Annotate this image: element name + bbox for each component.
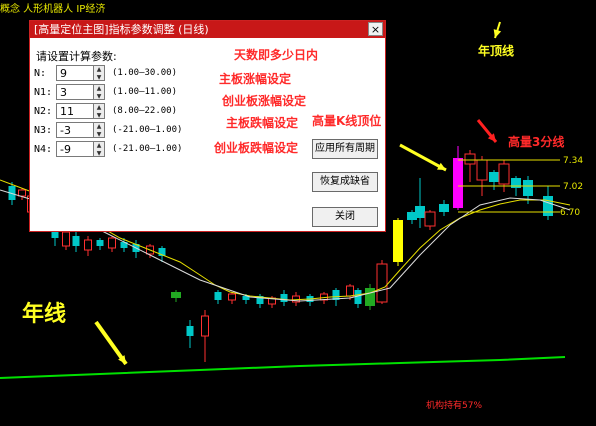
param-range: (1.00—11.00) xyxy=(112,87,178,97)
anno-gem-up: 创业板涨幅设定 xyxy=(222,94,307,108)
institution-holding: 机构持有57% xyxy=(426,401,483,411)
spinner-icon[interactable]: ▲ ▼ xyxy=(94,141,105,157)
price-label-mid: 7.02 xyxy=(563,182,584,192)
dialog-title: [高量定位主图]指标参数调整 (日线) xyxy=(34,23,209,36)
candle-body xyxy=(376,263,388,303)
param-label: N2: xyxy=(34,106,53,117)
spinner-icon[interactable]: ▲ ▼ xyxy=(94,103,105,119)
anno-high-vol-top: 高量K线顶位 xyxy=(312,114,382,128)
param-label: N4: xyxy=(34,144,53,155)
apply-all-button[interactable]: 应用所有周期 xyxy=(312,139,378,159)
candle-body xyxy=(453,158,463,208)
param-input-n[interactable]: 9 xyxy=(56,65,94,81)
dialog-prompt: 请设置计算参数: xyxy=(36,50,117,63)
candle-body xyxy=(498,163,510,185)
candle-body xyxy=(489,172,499,182)
candle-body xyxy=(171,292,181,298)
candle-body xyxy=(84,239,92,251)
anno-gem-down: 创业板跌幅设定 xyxy=(214,141,299,155)
candle-body xyxy=(543,196,553,216)
anno-days: 天数即多少日内 xyxy=(234,48,319,62)
param-input-n1[interactable]: 3 xyxy=(56,84,94,100)
price-label-low: 6.70 xyxy=(560,208,581,218)
candle-body xyxy=(365,288,375,306)
candle-body xyxy=(476,159,488,181)
param-range: (-21.00—1.00) xyxy=(112,144,183,154)
param-label: N1: xyxy=(34,87,53,98)
param-range: (1.00—30.00) xyxy=(112,68,178,78)
close-button[interactable]: 关闭 xyxy=(312,207,378,227)
candle-body xyxy=(186,326,194,336)
param-input-n3[interactable]: -3 xyxy=(56,122,94,138)
param-input-n2[interactable]: 11 xyxy=(56,103,94,119)
candle-body xyxy=(72,236,80,246)
candle-body xyxy=(424,211,436,227)
candle-body xyxy=(62,231,70,247)
candle-body xyxy=(346,285,354,297)
param-label: N: xyxy=(34,68,47,79)
year-line xyxy=(0,356,566,379)
candle-body xyxy=(96,240,104,246)
candle-body xyxy=(523,180,533,196)
candle-body xyxy=(393,220,403,262)
close-icon[interactable]: × xyxy=(368,22,383,36)
dialog-titlebar: [高量定位主图]指标参数调整 (日线) × xyxy=(30,21,385,38)
candle-body xyxy=(464,153,476,165)
candle-body xyxy=(18,189,26,197)
candle-body xyxy=(439,204,449,212)
spinner-icon[interactable]: ▲ ▼ xyxy=(94,65,105,81)
param-range: (-21.00—1.00) xyxy=(112,125,183,135)
anno-high-vol-3: 高量3分线 xyxy=(508,135,565,149)
candle-body xyxy=(108,237,116,249)
anno-main-down: 主板跌幅设定 xyxy=(226,116,299,130)
candle-body xyxy=(280,294,288,302)
anno-main-up: 主板涨幅设定 xyxy=(219,72,292,86)
anno-year-top: 年顶线 xyxy=(478,44,515,58)
param-range: (8.00—22.00) xyxy=(112,106,178,116)
restore-default-button[interactable]: 恢复成缺省 xyxy=(312,172,378,192)
candle-body xyxy=(228,293,236,301)
candle-body xyxy=(415,206,425,218)
param-label: N3: xyxy=(34,125,53,136)
candle-body xyxy=(201,315,209,337)
spinner-icon[interactable]: ▲ ▼ xyxy=(94,122,105,138)
param-input-n4[interactable]: -9 xyxy=(56,141,94,157)
price-label-top: 7.34 xyxy=(563,156,584,166)
candle-body xyxy=(214,292,222,300)
concept-bar: 概念 人形机器人 IP经济 xyxy=(0,4,106,15)
anno-year-line: 年线 xyxy=(22,302,67,327)
spinner-icon[interactable]: ▲ ▼ xyxy=(94,84,105,100)
